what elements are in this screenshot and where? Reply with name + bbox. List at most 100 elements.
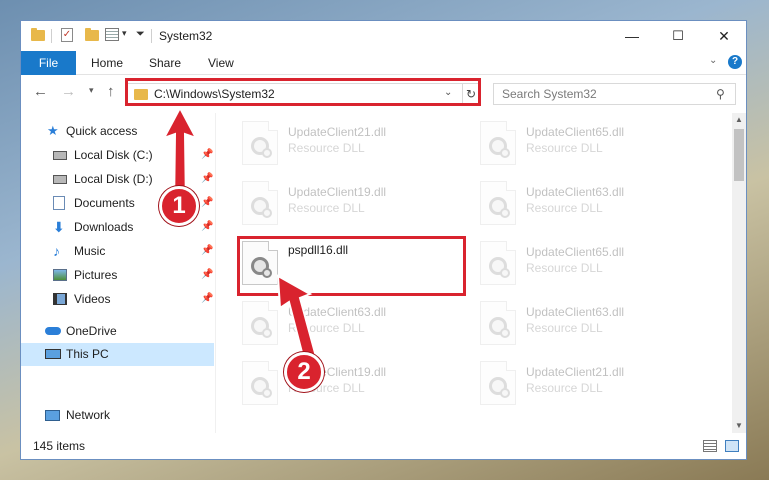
dll-file-icon [480,361,516,405]
minimize-button[interactable]: — [609,21,655,51]
dll-file-icon [480,121,516,165]
computer-icon [45,349,61,359]
file-type: Resource DLL [288,141,365,155]
file-type: Resource DLL [526,201,603,215]
recent-locations-icon[interactable]: ▾ [89,85,94,96]
sidebar-item-label: Network [66,408,111,422]
sidebar-item-label: Local Disk (D:) [74,172,153,186]
dll-file-icon [242,121,278,165]
file-item[interactable]: UpdateClient21.dll Resource DLL [242,119,472,169]
scroll-down-icon[interactable]: ▼ [732,419,746,433]
scroll-up-icon[interactable]: ▲ [732,113,746,127]
star-icon: ★ [47,123,59,138]
sidebar-item-music[interactable]: ♪ Music 📌 [21,241,214,261]
forward-arrow-icon[interactable]: → [61,83,76,100]
network-icon [45,410,60,421]
pin-icon[interactable]: 📌 [201,145,213,165]
dll-file-icon [480,241,516,285]
drive-icon [53,175,67,184]
file-name: UpdateClient21.dll [288,125,387,139]
tab-share[interactable]: Share [149,51,181,75]
file-item[interactable]: UpdateClient65.dll Resource DLL [480,119,710,169]
step-badge-2: 2 [284,352,324,392]
ribbon-tabs: File Home Share View ⌄ ? [21,51,746,75]
drive-icon [53,151,67,160]
tab-view[interactable]: View [208,51,234,75]
sidebar-item-onedrive[interactable]: OneDrive [21,321,214,341]
videos-icon [53,293,67,305]
sidebar-item-label: Downloads [74,220,134,234]
item-count: 145 items [33,439,86,453]
expand-ribbon-icon[interactable]: ⌄ [709,55,717,66]
search-placeholder: Search System32 [502,87,597,101]
file-name: UpdateClient63.dll [526,185,625,199]
file-item[interactable]: UpdateClient19.dll Resource DLL [242,179,472,229]
pin-icon[interactable]: 📌 [201,217,213,237]
vertical-scrollbar[interactable]: ▲ ▼ [732,113,746,433]
pin-icon[interactable]: 📌 [201,289,213,309]
dll-file-icon [242,181,278,225]
pictures-icon [53,269,67,281]
file-type: Resource DLL [526,261,603,275]
dll-file-icon [480,301,516,345]
cloud-icon [45,327,61,335]
pin-icon[interactable]: 📌 [201,169,213,189]
file-name: UpdateClient21.dll [526,365,625,379]
pin-icon[interactable]: 📌 [201,241,213,261]
sidebar-item-this-pc[interactable]: This PC [21,343,214,366]
file-name: UpdateClient19.dll [288,185,387,199]
file-item[interactable]: UpdateClient63.dll Resource DLL [480,179,710,229]
documents-icon [53,196,65,210]
up-arrow-icon[interactable]: ↑ [107,83,115,100]
file-type: Resource DLL [526,321,603,335]
sidebar-item-label: Local Disk (C:) [74,148,153,162]
folder-icon [31,28,45,41]
large-icons-view-icon[interactable] [725,440,739,452]
customize-toolbar-icon[interactable]: ⏷ [136,28,145,41]
file-name: UpdateClient65.dll [526,125,625,139]
sidebar-item-network[interactable]: Network [21,405,214,425]
file-name: UpdateClient65.dll [526,245,625,259]
address-bar-highlight [125,78,481,106]
view-options-icon[interactable] [105,28,119,41]
toolbar-separator [151,29,152,43]
file-type: Resource DLL [288,201,365,215]
sidebar-item-videos[interactable]: Videos 📌 [21,289,214,309]
file-type: Resource DLL [526,141,603,155]
scrollbar-thumb[interactable] [734,129,744,181]
maximize-button[interactable]: ☐ [655,21,701,51]
title-bar: ✓ ▾ ⏷ System32 — ☐ ✕ [21,21,746,51]
file-name: UpdateClient63.dll [526,305,625,319]
sidebar-item-label: This PC [66,347,109,361]
search-icon[interactable]: ⚲ [716,87,725,101]
sidebar-item-label: Quick access [66,124,138,138]
tab-file[interactable]: File [21,51,76,75]
search-input[interactable]: Search System32 ⚲ [493,83,736,105]
sidebar-item-label: Pictures [74,268,118,282]
status-bar: 145 items [21,433,746,459]
sidebar-item-label: OneDrive [66,324,117,338]
window-title: System32 [159,29,213,43]
sidebar-item-label: Documents [74,196,135,210]
step-badge-1: 1 [159,186,199,226]
file-item[interactable]: UpdateClient63.dll Resource DLL [480,299,710,349]
sidebar-item-label: Videos [74,292,111,306]
pin-icon[interactable]: 📌 [201,193,213,213]
file-item[interactable]: UpdateClient65.dll Resource DLL [480,239,710,289]
toolbar-separator [51,29,52,43]
dll-file-icon [480,181,516,225]
sidebar-item-pictures[interactable]: Pictures 📌 [21,265,214,285]
chevron-down-icon[interactable]: ▾ [122,28,127,39]
close-button[interactable]: ✕ [701,21,746,51]
new-folder-icon[interactable] [85,28,99,41]
file-item[interactable]: UpdateClient21.dll Resource DLL [480,359,710,409]
tab-home[interactable]: Home [91,51,123,75]
file-type: Resource DLL [526,381,603,395]
properties-check-icon[interactable]: ✓ [61,28,73,42]
back-arrow-icon[interactable]: ← [33,83,48,100]
details-view-icon[interactable] [703,440,717,452]
sidebar-item-label: Music [74,244,106,258]
pin-icon[interactable]: 📌 [201,265,213,285]
help-icon[interactable]: ? [728,55,742,69]
downloads-icon: ⬇ [53,219,65,235]
